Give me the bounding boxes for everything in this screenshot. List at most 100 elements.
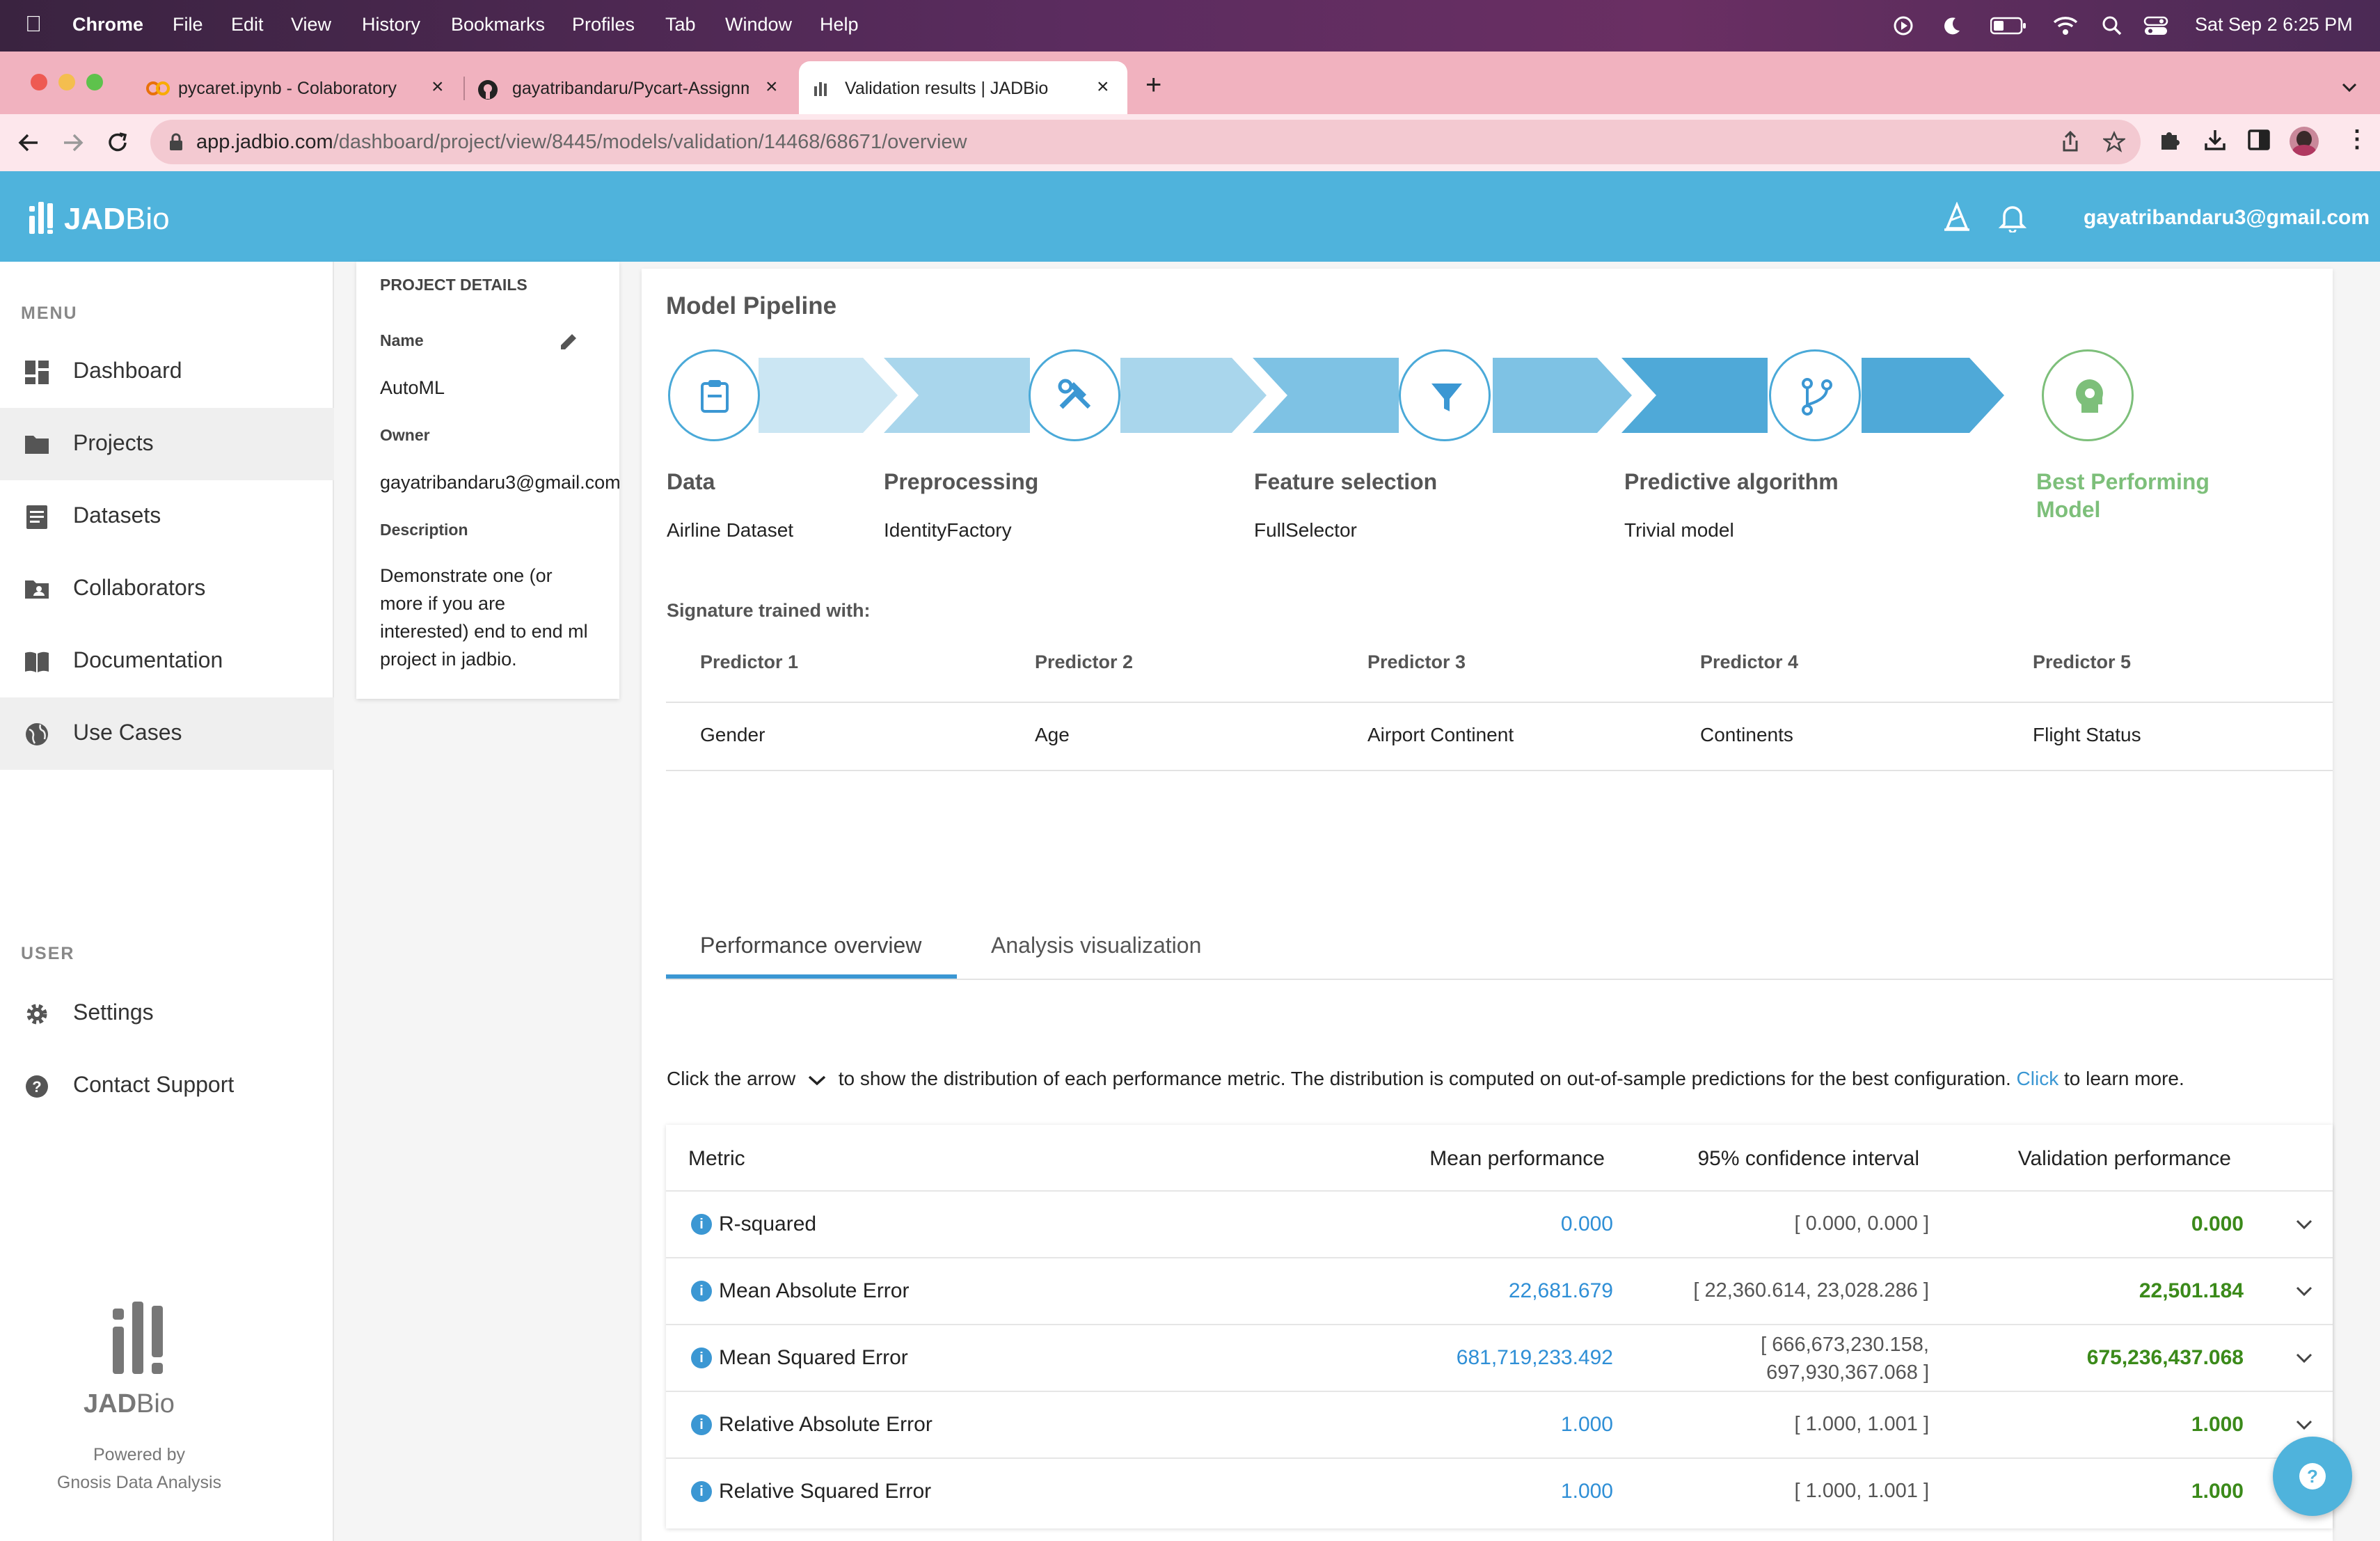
ci-column-header: 95% confidence interval (1697, 1147, 1919, 1170)
menu-heading: MENU (21, 303, 78, 323)
validation-column-header: Validation performance (2017, 1147, 2231, 1170)
info-icon[interactable]: i (691, 1348, 712, 1368)
profile-avatar[interactable] (2290, 127, 2319, 156)
pipeline-chevron (884, 358, 1030, 433)
chevron-down-icon (808, 1075, 826, 1085)
colab-logo-icon (146, 81, 170, 95)
expand-chevron-icon[interactable] (2294, 1417, 2315, 1434)
sidebar-item-collaborators[interactable]: Collaborators (0, 553, 334, 625)
step-predictive-algorithm[interactable] (1769, 349, 1861, 441)
lock-icon[interactable] (168, 132, 184, 152)
sidebar-item-dashboard[interactable]: Dashboard (0, 335, 334, 408)
back-arrow-icon[interactable] (17, 131, 40, 155)
expand-chevron-icon[interactable] (2294, 1350, 2315, 1367)
project-details-card: PROJECT DETAILS Name AutoML Owner gayatr… (356, 262, 619, 699)
notification-bell-icon[interactable] (1999, 203, 2026, 232)
svg-text:?: ? (2307, 1466, 2318, 1487)
extensions-puzzle-icon[interactable] (2157, 128, 2181, 152)
predictor-header: Predictor 1 (700, 651, 799, 672)
sidebar-item-label: Collaborators (73, 575, 206, 600)
sidebar-item-datasets[interactable]: Datasets (0, 480, 334, 553)
user-email[interactable]: gayatribandaru3@gmail.com (2084, 206, 2370, 230)
menu-bookmarks[interactable]: Bookmarks (451, 14, 545, 35)
predictor-value: Flight Status (2033, 724, 2141, 745)
tools-icon (1058, 379, 1091, 409)
close-tab-icon[interactable]: × (1097, 75, 1109, 99)
validation-performance: 0.000 (2191, 1212, 2244, 1235)
new-tab-icon[interactable]: + (1145, 70, 1161, 101)
play-status-icon[interactable] (1893, 15, 1914, 36)
metric-name: Mean Squared Error (719, 1346, 908, 1369)
menu-help[interactable]: Help (820, 14, 859, 35)
name-label: Name (380, 331, 424, 349)
wizard-hat-icon[interactable] (1942, 202, 1972, 232)
tab-jadbio-active[interactable]: Validation results | JADBio × (799, 61, 1127, 114)
battery-icon[interactable] (1990, 17, 2028, 35)
sidebar-item-projects[interactable]: Projects (0, 408, 334, 480)
tab-analysis-visualization[interactable]: Analysis visualization (991, 933, 1201, 958)
validation-performance: 22,501.184 (2139, 1279, 2244, 1302)
pipeline-chevron (1493, 358, 1632, 433)
spotlight-search-icon[interactable] (2102, 15, 2123, 36)
menu-edit[interactable]: Edit (231, 14, 264, 35)
sidebar-item-contact-support[interactable]: ? Contact Support (0, 1050, 334, 1122)
book-icon (25, 651, 49, 672)
step-preprocessing[interactable] (1029, 349, 1120, 441)
expand-chevron-icon[interactable] (2294, 1217, 2315, 1233)
url-path: /dashboard/project/view/8445/models/vali… (333, 131, 967, 153)
minimize-window-button[interactable] (58, 74, 75, 90)
menu-tab[interactable]: Tab (665, 14, 696, 35)
zoom-window-button[interactable] (86, 74, 103, 90)
description-line: Demonstrate one (or (380, 565, 553, 586)
tab-colab[interactable]: pycaret.ipynb - Colaboratory × (132, 61, 452, 114)
edit-pencil-icon[interactable] (558, 331, 579, 352)
side-panel-icon[interactable] (2248, 129, 2270, 150)
moon-icon[interactable] (1942, 15, 1962, 36)
forward-arrow-icon[interactable] (61, 131, 85, 155)
learn-more-link[interactable]: Click (2017, 1068, 2059, 1089)
predictor-value: Age (1035, 724, 1070, 745)
github-logo-icon (478, 80, 498, 100)
expand-chevron-icon[interactable] (2294, 1283, 2315, 1300)
bookmark-star-icon[interactable] (2103, 131, 2125, 153)
tab-performance-overview[interactable]: Performance overview (700, 933, 921, 958)
globe-icon (26, 723, 48, 745)
sidebar-item-documentation[interactable]: Documentation (0, 625, 334, 697)
address-bar[interactable]: app.jadbio.com/dashboard/project/view/84… (150, 120, 2141, 164)
menu-file[interactable]: File (173, 14, 203, 35)
menu-profiles[interactable]: Profiles (572, 14, 635, 35)
apple-icon[interactable]:  (25, 11, 42, 37)
sidebar-item-settings[interactable]: Settings (0, 977, 334, 1050)
tab-search-chevron-icon[interactable] (2341, 82, 2358, 93)
tab-github[interactable]: gayatribandaru/Pycart-Assignm × (468, 61, 795, 114)
step-data[interactable] (668, 349, 760, 441)
menu-app-name[interactable]: Chrome (72, 14, 143, 35)
metric-row-r-squared: i R-squared 0.000 [ 0.000, 0.000 ] 0.000 (666, 1190, 2333, 1257)
tab-title: gayatribandaru/Pycart-Assignm (512, 79, 749, 98)
info-icon[interactable]: i (691, 1281, 712, 1302)
download-icon[interactable] (2203, 128, 2227, 152)
sidebar-item-label: Documentation (73, 647, 223, 672)
control-center-icon[interactable] (2143, 15, 2168, 36)
help-fab-button[interactable]: ? (2273, 1437, 2352, 1516)
sidebar-item-use-cases[interactable]: Use Cases (0, 697, 334, 770)
browser-menu-icon[interactable]: ⋮ (2345, 125, 2369, 153)
step-best-model[interactable] (2042, 349, 2134, 441)
info-icon[interactable]: i (691, 1481, 712, 1502)
step-feature-selection[interactable] (1399, 349, 1491, 441)
menu-view[interactable]: View (291, 14, 331, 35)
close-tab-icon[interactable]: × (765, 75, 778, 99)
close-tab-icon[interactable]: × (431, 75, 444, 99)
wifi-icon[interactable] (2053, 15, 2078, 36)
share-icon[interactable] (2060, 131, 2081, 153)
menu-window[interactable]: Window (725, 14, 792, 35)
info-icon[interactable]: i (691, 1414, 712, 1435)
info-icon[interactable]: i (691, 1214, 712, 1235)
pipeline-chevron (1621, 358, 1768, 433)
jadbio-footer-logo-icon (113, 1302, 163, 1374)
url-text: app.jadbio.com/dashboard/project/view/84… (196, 131, 967, 154)
jadbio-logo[interactable]: JAD Bio (28, 198, 209, 237)
menu-history[interactable]: History (362, 14, 420, 35)
reload-icon[interactable] (106, 131, 129, 155)
close-window-button[interactable] (31, 74, 47, 90)
